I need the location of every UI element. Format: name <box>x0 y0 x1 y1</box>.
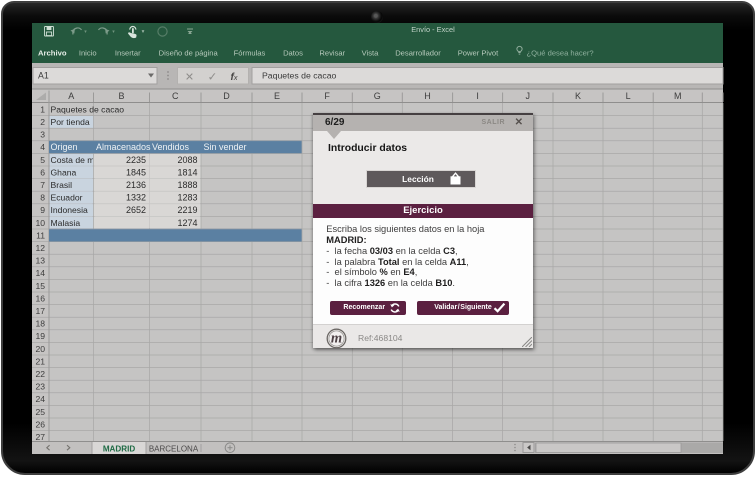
svg-text:27: 27 <box>35 432 45 442</box>
svg-text:10: 10 <box>35 218 45 228</box>
svg-text:2652: 2652 <box>126 205 146 215</box>
svg-text:Datos: Datos <box>283 49 303 58</box>
svg-text:12: 12 <box>35 243 45 253</box>
svg-text:1332: 1332 <box>126 193 146 203</box>
svg-text:20: 20 <box>35 344 45 354</box>
svg-text:Por tienda: Por tienda <box>51 117 90 127</box>
svg-text:J: J <box>526 91 531 101</box>
svg-text:BARCELONA: BARCELONA <box>149 445 199 454</box>
svg-text:M: M <box>674 91 682 101</box>
svg-text:3: 3 <box>40 130 45 140</box>
svg-text:7: 7 <box>40 180 45 190</box>
svg-text:D: D <box>223 91 230 101</box>
svg-text:MADRID: MADRID <box>103 445 136 454</box>
svg-text:1274: 1274 <box>177 218 197 228</box>
svg-text:Indonesia: Indonesia <box>51 205 88 215</box>
svg-text:A: A <box>68 91 74 101</box>
svg-text:L: L <box>626 91 631 101</box>
svg-text:Archivo: Archivo <box>38 49 67 58</box>
svg-text:2088: 2088 <box>177 155 197 165</box>
svg-text:22: 22 <box>35 369 45 379</box>
svg-text:18: 18 <box>35 319 45 329</box>
svg-text:21: 21 <box>35 356 45 366</box>
svg-text:E: E <box>274 91 280 101</box>
svg-text:B: B <box>118 91 124 101</box>
svg-text:Vista: Vista <box>362 49 380 58</box>
svg-text:14: 14 <box>35 268 45 278</box>
svg-text:1283: 1283 <box>177 193 197 203</box>
svg-text:2219: 2219 <box>177 205 197 215</box>
svg-text:8: 8 <box>40 193 45 203</box>
svg-text:Desarrollador: Desarrollador <box>395 49 441 58</box>
svg-text:m: m <box>331 331 342 347</box>
svg-text:✓: ✓ <box>208 72 218 84</box>
svg-text:K: K <box>575 91 581 101</box>
svg-text:H: H <box>424 91 431 101</box>
svg-text:A1: A1 <box>38 71 49 81</box>
svg-text:23: 23 <box>35 382 45 392</box>
svg-text:Insertar: Insertar <box>115 49 141 58</box>
svg-text:Diseño de página: Diseño de página <box>159 49 219 58</box>
svg-text:1888: 1888 <box>177 180 197 190</box>
svg-text:2: 2 <box>40 117 45 127</box>
svg-text:1814: 1814 <box>177 167 197 177</box>
svg-text:Revisar: Revisar <box>319 49 345 58</box>
svg-text:Envío - Excel: Envío - Excel <box>411 25 455 34</box>
svg-text:Almacenados: Almacenados <box>96 142 151 152</box>
svg-text:19: 19 <box>35 331 45 341</box>
svg-text:F: F <box>324 91 330 101</box>
svg-text:9: 9 <box>40 205 45 215</box>
svg-text:26: 26 <box>35 419 45 429</box>
svg-text:Ecuador: Ecuador <box>51 193 83 203</box>
svg-text:Paquetes de cacao: Paquetes de cacao <box>262 71 337 81</box>
svg-text:11: 11 <box>36 230 45 240</box>
svg-text:Ghana: Ghana <box>51 167 77 177</box>
svg-text:5: 5 <box>40 155 45 165</box>
svg-text:G: G <box>374 91 381 101</box>
svg-text:Vendidos: Vendidos <box>152 142 190 152</box>
svg-text:6: 6 <box>40 167 45 177</box>
svg-text:1845: 1845 <box>126 167 146 177</box>
svg-text:✕: ✕ <box>185 72 194 84</box>
svg-text:Power Pivot: Power Pivot <box>458 49 499 58</box>
svg-text:Sin vender: Sin vender <box>204 142 247 152</box>
svg-text:13: 13 <box>35 256 45 266</box>
svg-text:C: C <box>172 91 179 101</box>
svg-text:▾: ▾ <box>142 29 145 35</box>
svg-text:I: I <box>476 91 479 101</box>
svg-text:Brasil: Brasil <box>51 180 73 190</box>
svg-text:1: 1 <box>40 104 45 114</box>
svg-text:¿Qué desea hacer?: ¿Qué desea hacer? <box>527 49 594 58</box>
svg-text:2235: 2235 <box>126 155 146 165</box>
svg-text:25: 25 <box>35 407 45 417</box>
svg-text:4: 4 <box>40 142 45 152</box>
svg-text:16: 16 <box>35 293 45 303</box>
svg-text:24: 24 <box>35 394 45 404</box>
svg-text:Origen: Origen <box>51 142 78 152</box>
svg-text:Malasia: Malasia <box>51 218 81 228</box>
svg-text:Inicio: Inicio <box>79 49 97 58</box>
svg-text:fx: fx <box>230 72 237 83</box>
svg-text:15: 15 <box>35 281 45 291</box>
svg-text:Fórmulas: Fórmulas <box>234 49 266 58</box>
svg-text:Paquetes de cacao: Paquetes de cacao <box>51 104 125 114</box>
svg-text:2136: 2136 <box>126 180 146 190</box>
svg-text:17: 17 <box>35 306 45 316</box>
